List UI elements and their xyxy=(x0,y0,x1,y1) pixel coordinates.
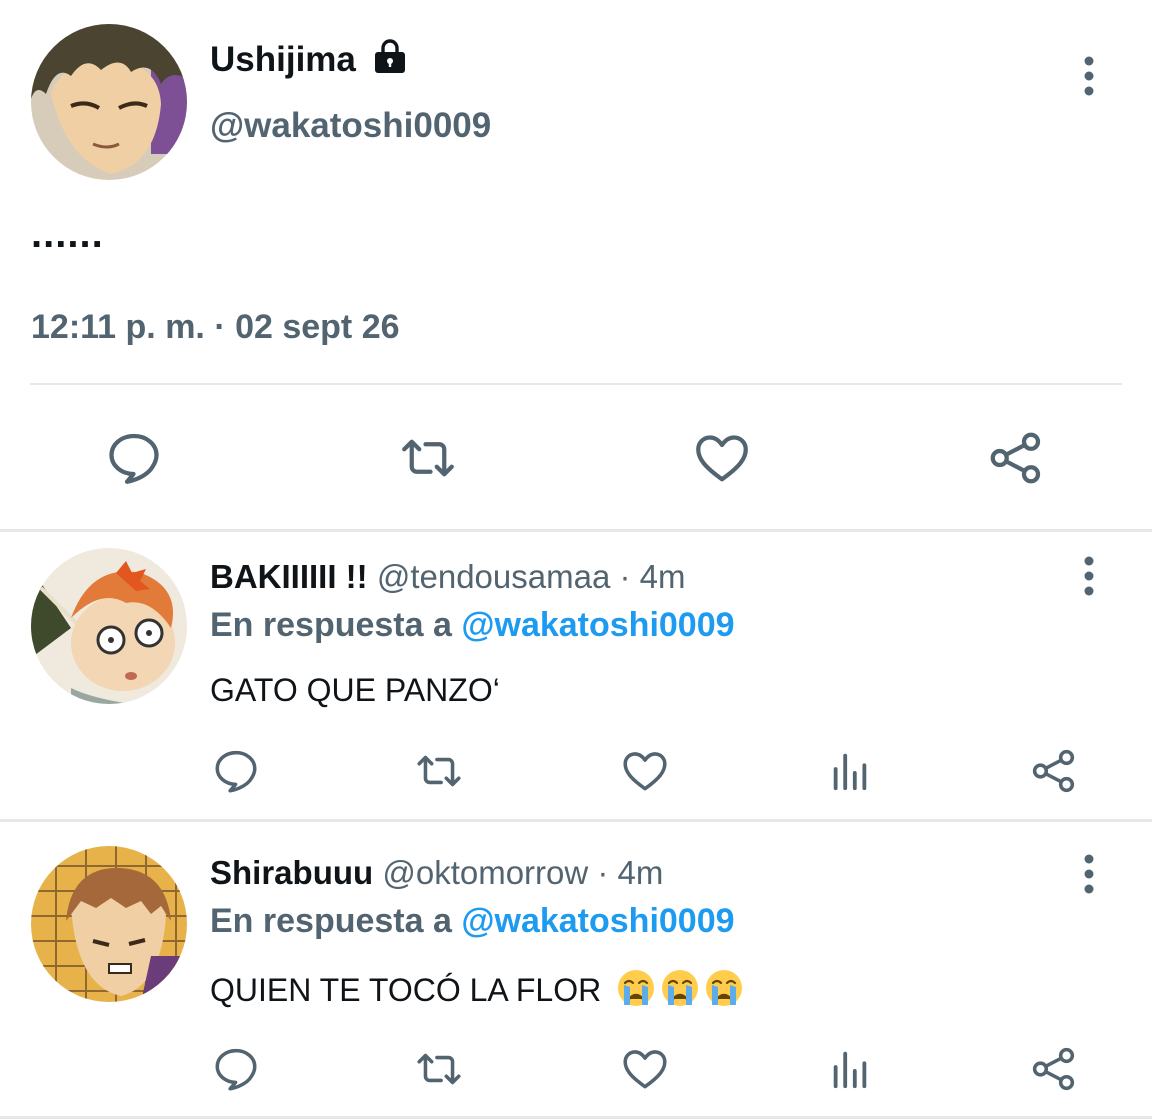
tweet-text: QUIEN TE TOCÓ LA FLOR xyxy=(210,972,602,1008)
tweet-text: GATO QUE PANZO‘ xyxy=(210,672,500,708)
main-tweet: Ushijima @wakatoshi0009 ...... 12:11 p. … xyxy=(0,0,1152,530)
reply-tweet[interactable]: Shirabuuu @oktomorrow · 4m En respuesta … xyxy=(0,822,1152,1116)
tweet-text-row: QUIEN TE TOCÓ LA FLOR xyxy=(210,968,744,1009)
retweet-icon[interactable] xyxy=(414,1044,464,1094)
more-options-icon[interactable] xyxy=(1082,56,1096,96)
analytics-icon[interactable] xyxy=(825,1044,875,1094)
like-icon[interactable] xyxy=(620,746,670,796)
divider xyxy=(30,383,1122,385)
analytics-icon[interactable] xyxy=(825,746,875,796)
reply-context-label: En respuesta a xyxy=(210,902,462,940)
handle[interactable]: @tendousamaa · 4m xyxy=(377,558,686,595)
mention-link[interactable]: @wakatoshi0009 xyxy=(461,606,734,644)
like-icon[interactable] xyxy=(692,428,752,488)
timestamp[interactable]: 12:11 p. m. · 02 sept 26 xyxy=(31,308,400,347)
retweet-icon[interactable] xyxy=(398,428,458,488)
avatar-image xyxy=(31,548,187,704)
share-icon[interactable] xyxy=(1029,1044,1079,1094)
display-name[interactable]: BAKIIIIII !! xyxy=(210,558,368,595)
reply-header: BAKIIIIII !! @tendousamaa · 4m xyxy=(210,558,685,596)
share-icon[interactable] xyxy=(986,428,1046,488)
handle[interactable]: @wakatoshi0009 xyxy=(210,106,491,146)
display-name-text[interactable]: Ushijima xyxy=(210,40,356,80)
avatar-image xyxy=(31,24,187,180)
reply-icon[interactable] xyxy=(211,1044,261,1094)
reply-context-label: En respuesta a xyxy=(210,606,462,644)
display-name[interactable]: Ushijima xyxy=(210,38,408,80)
lock-icon xyxy=(372,38,408,74)
crying-face-emoji xyxy=(660,968,700,1008)
reply-icon[interactable] xyxy=(211,746,261,796)
more-options-icon[interactable] xyxy=(1082,556,1096,596)
share-icon[interactable] xyxy=(1029,746,1079,796)
tweet-text: ...... xyxy=(31,212,104,256)
more-options-icon[interactable] xyxy=(1082,854,1096,894)
retweet-icon[interactable] xyxy=(414,746,464,796)
avatar-image xyxy=(31,846,187,1002)
reply-tweet[interactable]: BAKIIIIII !! @tendousamaa · 4m En respue… xyxy=(0,532,1152,819)
reply-icon[interactable] xyxy=(104,428,164,488)
reply-header: Shirabuuu @oktomorrow · 4m xyxy=(210,854,663,892)
handle[interactable]: @oktomorrow · 4m xyxy=(382,854,663,891)
mention-link[interactable]: @wakatoshi0009 xyxy=(461,902,734,940)
avatar[interactable] xyxy=(31,846,187,1002)
avatar[interactable] xyxy=(31,24,187,180)
crying-face-emoji xyxy=(704,968,744,1008)
display-name[interactable]: Shirabuuu xyxy=(210,854,373,891)
reply-context: En respuesta a @wakatoshi0009 xyxy=(210,902,735,941)
like-icon[interactable] xyxy=(620,1044,670,1094)
crying-face-emoji xyxy=(616,968,656,1008)
reply-context: En respuesta a @wakatoshi0009 xyxy=(210,606,735,645)
avatar[interactable] xyxy=(31,548,187,704)
